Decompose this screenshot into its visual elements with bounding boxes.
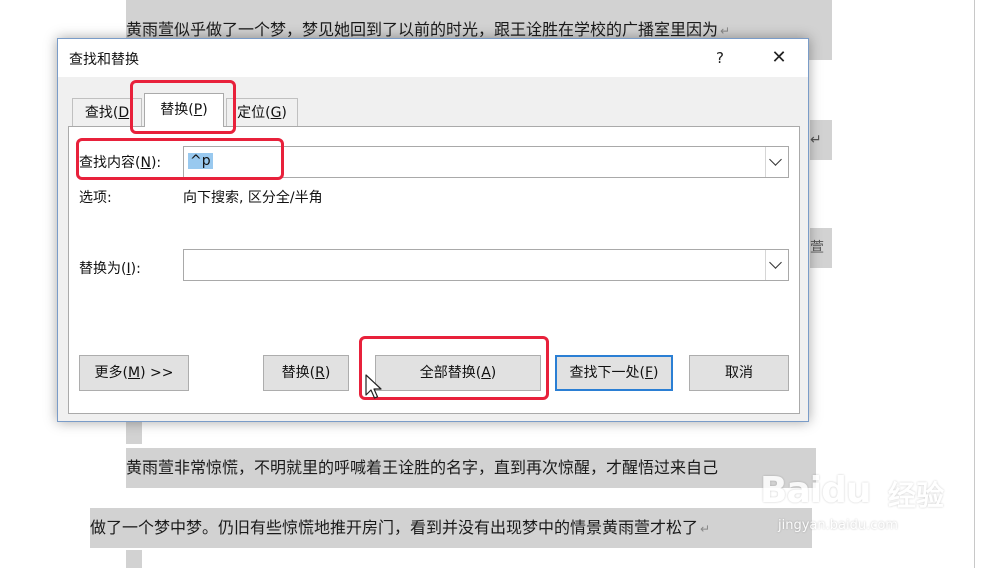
options-value: 向下搜索, 区分全/半角 [183,190,323,206]
find-what-dropdown[interactable] [765,147,788,177]
watermark-text: 经验 [888,479,945,512]
chevron-down-icon [769,153,782,166]
tab-goto[interactable]: 定位(G) [226,98,298,126]
help-button[interactable]: ? [708,45,732,71]
highlight-replace-tab [130,80,236,134]
dialog-title: 查找和替换 [69,52,139,68]
document-line-2: 黄雨萱非常惊慌，不明就里的呼喊着王诠胜的名字，直到再次惊醒，才醒悟过来自己 [126,448,816,488]
page-edge [974,0,975,568]
replace-with-label: 替换为(I): [79,261,141,277]
chevron-down-icon [769,256,782,269]
replace-button[interactable]: 替换(R) [263,355,349,391]
cancel-button[interactable]: 取消 [689,355,789,391]
document-gray-block [126,550,142,568]
dialog-titlebar[interactable]: 查找和替换 ? ✕ [58,39,808,77]
replace-with-dropdown[interactable] [765,250,788,280]
mouse-pointer-icon [365,374,382,399]
highlight-replace-all [359,336,549,400]
highlight-find-what [76,138,284,180]
find-next-button[interactable]: 查找下一处(F) [555,355,673,391]
document-fragment: ↵ [810,120,832,160]
document-fragment: 萱↵ [810,228,832,268]
watermark-url: jingyan.baidu.com [778,518,898,533]
document-gray-block [126,420,142,444]
replace-with-input[interactable] [183,249,789,281]
baidu-jingyan-watermark: Baidu 经验 jingyan.baidu.com [760,462,970,542]
more-button[interactable]: 更多(M) >> [79,355,189,391]
document-line-3: 做了一个梦中梦。仍旧有些惊慌地推开房门，看到并没有出现梦中的情景黄雨萱才松了 ↵ [90,508,812,548]
watermark-logo: Baidu [760,470,871,511]
close-icon[interactable]: ✕ [766,45,792,71]
options-label: 选项: [79,190,112,206]
